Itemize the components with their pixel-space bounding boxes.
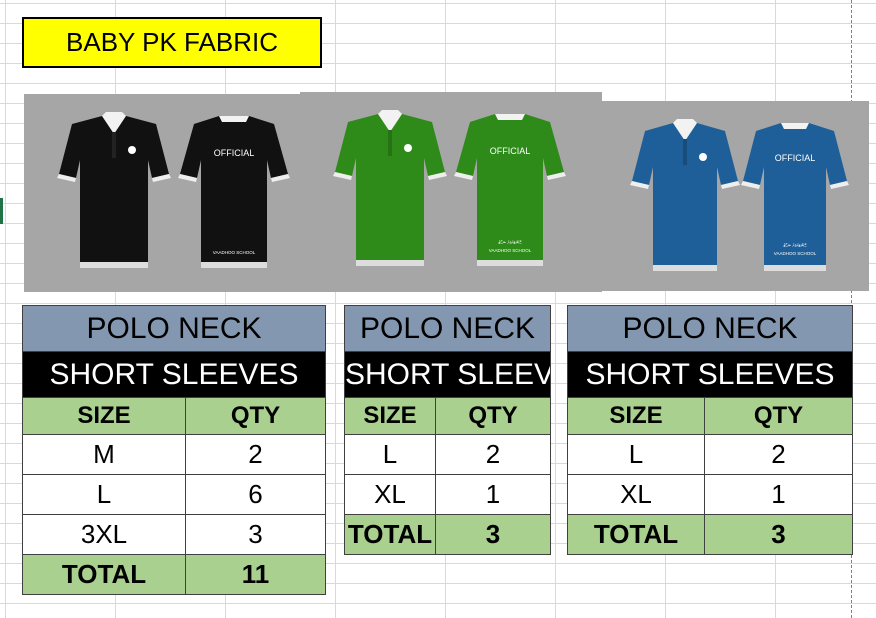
back-print-school: VAADHOO SCHOOL [213,250,256,255]
back-print-school: VAADHOO SCHOOL [489,248,532,253]
sleeve-type-cell[interactable]: SHORT SLEEVES [344,351,551,398]
title-cell[interactable]: BABY PK FABRIC [22,17,322,68]
polo-back-green: OFFICIAL ބޮޑުންޓަރުވަރު ޝަބޯޓު VAADHOO S… [454,114,566,266]
table-row: L 2 [344,434,551,475]
active-row-marker [0,198,3,224]
polo-back-black: OFFICIAL VAADHOO SCHOOL [178,116,290,268]
polo-front-blue [630,119,740,271]
qty-header-cell[interactable]: QTY [704,397,853,435]
neck-type-cell[interactable]: POLO NECK [567,305,853,352]
size-cell[interactable]: L [344,434,436,475]
size-cell[interactable]: 3XL [22,514,186,555]
table-row: 3XL 3 [22,514,326,555]
size-cell[interactable]: M [22,434,186,475]
polo-shirt-blue-image: OFFICIAL ބޮޑުންޓަރުވަރު ޝަބޯޓު VAADHOO S… [630,119,849,271]
total-label-cell[interactable]: TOTAL [567,514,705,555]
back-print-official: OFFICIAL [214,148,255,158]
back-print-official: OFFICIAL [775,153,816,163]
total-label-cell[interactable]: TOTAL [344,514,436,555]
qty-cell[interactable]: 2 [435,434,551,475]
size-cell[interactable]: L [567,434,705,475]
qty-cell[interactable]: 1 [704,474,853,515]
qty-cell[interactable]: 2 [185,434,326,475]
product-image-black[interactable]: OFFICIAL VAADHOO SCHOOL [24,94,301,292]
neck-type-cell[interactable]: POLO NECK [22,305,326,352]
sleeve-type-cell[interactable]: SHORT SLEEVES [567,351,853,398]
neck-type-cell[interactable]: POLO NECK [344,305,551,352]
table-row: XL 1 [344,474,551,515]
size-table-black: POLO NECK SHORT SLEEVES SIZE QTY M 2 L 6… [22,305,326,595]
qty-cell[interactable]: 2 [704,434,853,475]
polo-back-blue: OFFICIAL ބޮޑުންޓަރުވަރު ޝަބޯޓު VAADHOO S… [741,123,849,271]
qty-header-cell[interactable]: QTY [435,397,551,435]
back-print-local-script: ބޮޑުންޓަރުވަރު ޝަބޯޓު [783,243,807,248]
total-label-cell[interactable]: TOTAL [22,554,186,595]
qty-cell[interactable]: 6 [185,474,326,515]
back-print-local-script: ބޮޑުންޓަރުވަރު ޝަބޯޓު [498,240,522,245]
back-print-official: OFFICIAL [490,146,531,156]
product-image-green[interactable]: OFFICIAL ބޮޑުންޓަރުވަރު ޝަބޯޓު VAADHOO S… [300,92,602,292]
polo-front-green [333,110,447,266]
size-header-cell[interactable]: SIZE [344,397,436,435]
polo-shirt-green-image: OFFICIAL ބޮޑުންޓަރުވަރު ޝަބޯޓު VAADHOO S… [333,110,566,266]
qty-header-cell[interactable]: QTY [185,397,326,435]
size-cell[interactable]: XL [344,474,436,515]
back-print-school: VAADHOO SCHOOL [774,251,817,256]
table-row: L 6 [22,474,326,515]
qty-cell[interactable]: 3 [185,514,326,555]
size-header-cell[interactable]: SIZE [567,397,705,435]
size-table-green: POLO NECK SHORT SLEEVES SIZE QTY L 2 XL … [344,305,551,555]
table-row: XL 1 [567,474,853,515]
polo-front-black [57,112,171,268]
table-row: L 2 [567,434,853,475]
qty-cell[interactable]: 1 [435,474,551,515]
title-text: BABY PK FABRIC [66,27,278,57]
table-row: M 2 [22,434,326,475]
total-qty-cell[interactable]: 3 [704,514,853,555]
total-qty-cell[interactable]: 11 [185,554,326,595]
size-cell[interactable]: L [22,474,186,515]
total-qty-cell[interactable]: 3 [435,514,551,555]
size-cell[interactable]: XL [567,474,705,515]
size-header-cell[interactable]: SIZE [22,397,186,435]
product-image-blue[interactable]: OFFICIAL ބޮޑުންޓަރުވަރު ޝަބޯޓު VAADHOO S… [601,101,869,291]
sleeve-type-cell[interactable]: SHORT SLEEVES [22,351,326,398]
polo-shirt-black-image: OFFICIAL VAADHOO SCHOOL [57,112,290,268]
size-table-blue: POLO NECK SHORT SLEEVES SIZE QTY L 2 XL … [567,305,853,555]
